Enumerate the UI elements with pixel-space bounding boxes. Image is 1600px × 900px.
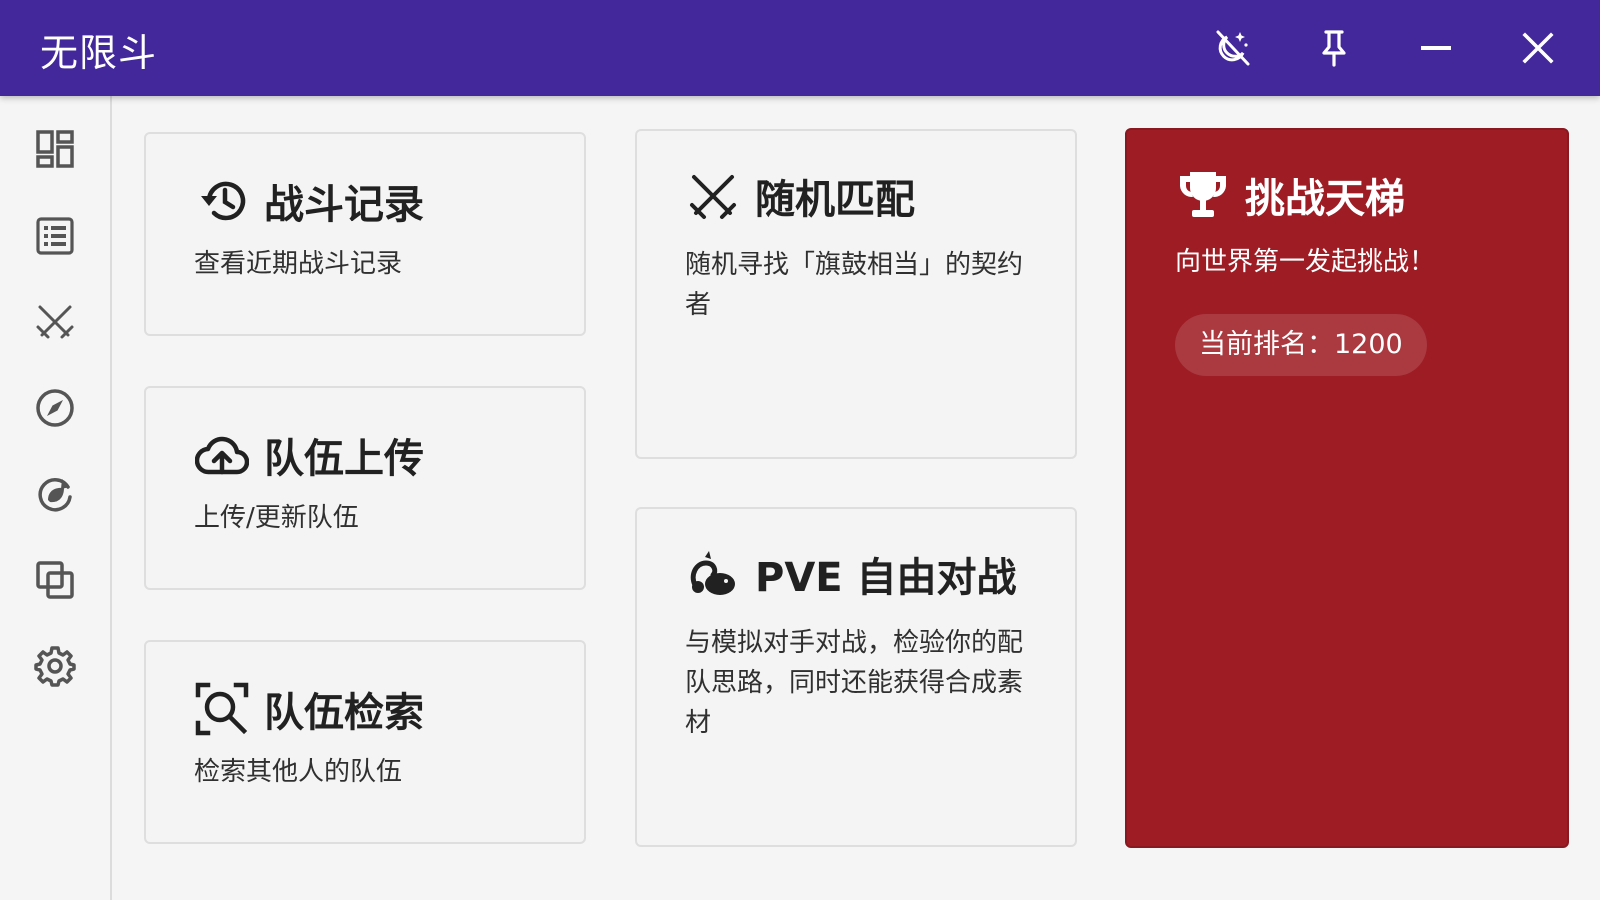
close-icon <box>1522 32 1554 64</box>
card-header: 队伍检索 <box>194 680 424 738</box>
close-button[interactable] <box>1514 24 1562 72</box>
card-header: PVE 自由对战 <box>685 545 1017 603</box>
card-description: 与模拟对手对战，检验你的配队思路，同时还能获得合成素材 <box>685 628 1024 738</box>
theme-toggle-icon <box>1216 30 1250 66</box>
sidebar-item-dashboard[interactable] <box>30 124 80 174</box>
card-description: 上传/更新队伍 <box>194 503 359 533</box>
copy-icon <box>36 561 74 599</box>
pin-button[interactable] <box>1310 24 1358 72</box>
crossed-swords-icon <box>36 305 74 339</box>
sidebar-item-battle[interactable] <box>30 297 80 347</box>
random-match-card[interactable]: 随机匹配 随机寻找「旗鼓相当」的契约者 <box>635 129 1077 459</box>
sidebar-item-recycle[interactable] <box>30 469 80 519</box>
card-title: 挑战天梯 <box>1245 176 1405 222</box>
sidebar-item-copy[interactable] <box>30 555 80 605</box>
pin-icon <box>1322 30 1346 67</box>
creature-icon <box>685 546 741 602</box>
sidebar-item-explore[interactable] <box>30 383 80 433</box>
team-search-card[interactable]: 队伍检索 检索其他人的队伍 <box>144 640 586 844</box>
ladder-card[interactable]: 挑战天梯 向世界第一发起挑战！ 当前排名：1200 <box>1125 128 1569 848</box>
dashboard-icon <box>36 130 74 168</box>
app-title: 无限斗 <box>40 31 158 75</box>
cloud-upload-icon <box>194 427 250 483</box>
list-icon <box>36 217 74 255</box>
card-title: PVE 自由对战 <box>755 555 1017 601</box>
compass-icon <box>36 389 74 427</box>
sidebar <box>0 96 112 900</box>
refresh-leaf-icon <box>38 478 72 512</box>
sidebar-item-settings[interactable] <box>30 641 80 691</box>
card-header: 队伍上传 <box>194 426 424 484</box>
card-description: 查看近期战斗记录 <box>194 249 403 279</box>
card-header: 战斗记录 <box>194 172 424 230</box>
battle-records-card[interactable]: 战斗记录 查看近期战斗记录 <box>144 132 586 336</box>
card-title: 队伍检索 <box>264 690 424 736</box>
search-icon <box>194 681 250 737</box>
card-header: 随机匹配 <box>685 167 915 225</box>
theme-toggle-button[interactable] <box>1208 24 1256 72</box>
pve-card[interactable]: PVE 自由对战 与模拟对手对战，检验你的配队思路，同时还能获得合成素材 <box>635 507 1077 847</box>
card-header: 挑战天梯 <box>1175 166 1405 224</box>
history-icon <box>194 173 250 229</box>
team-upload-card[interactable]: 队伍上传 上传/更新队伍 <box>144 386 586 590</box>
card-description: 检索其他人的队伍 <box>194 757 403 787</box>
gear-icon <box>34 646 76 687</box>
title-bar: 无限斗 <box>0 0 1600 96</box>
minimize-button[interactable] <box>1412 24 1460 72</box>
crossed-swords-icon <box>685 168 741 224</box>
rank-badge: 当前排名：1200 <box>1175 314 1427 376</box>
sidebar-item-list[interactable] <box>30 211 80 261</box>
card-title: 队伍上传 <box>264 436 424 482</box>
minimize-icon <box>1421 46 1451 50</box>
card-title: 战斗记录 <box>264 182 424 228</box>
trophy-icon <box>1175 167 1231 223</box>
card-title: 随机匹配 <box>755 177 915 223</box>
card-description: 随机寻找「旗鼓相当」的契约者 <box>685 250 1024 320</box>
card-description: 向世界第一发起挑战！ <box>1175 247 1436 277</box>
